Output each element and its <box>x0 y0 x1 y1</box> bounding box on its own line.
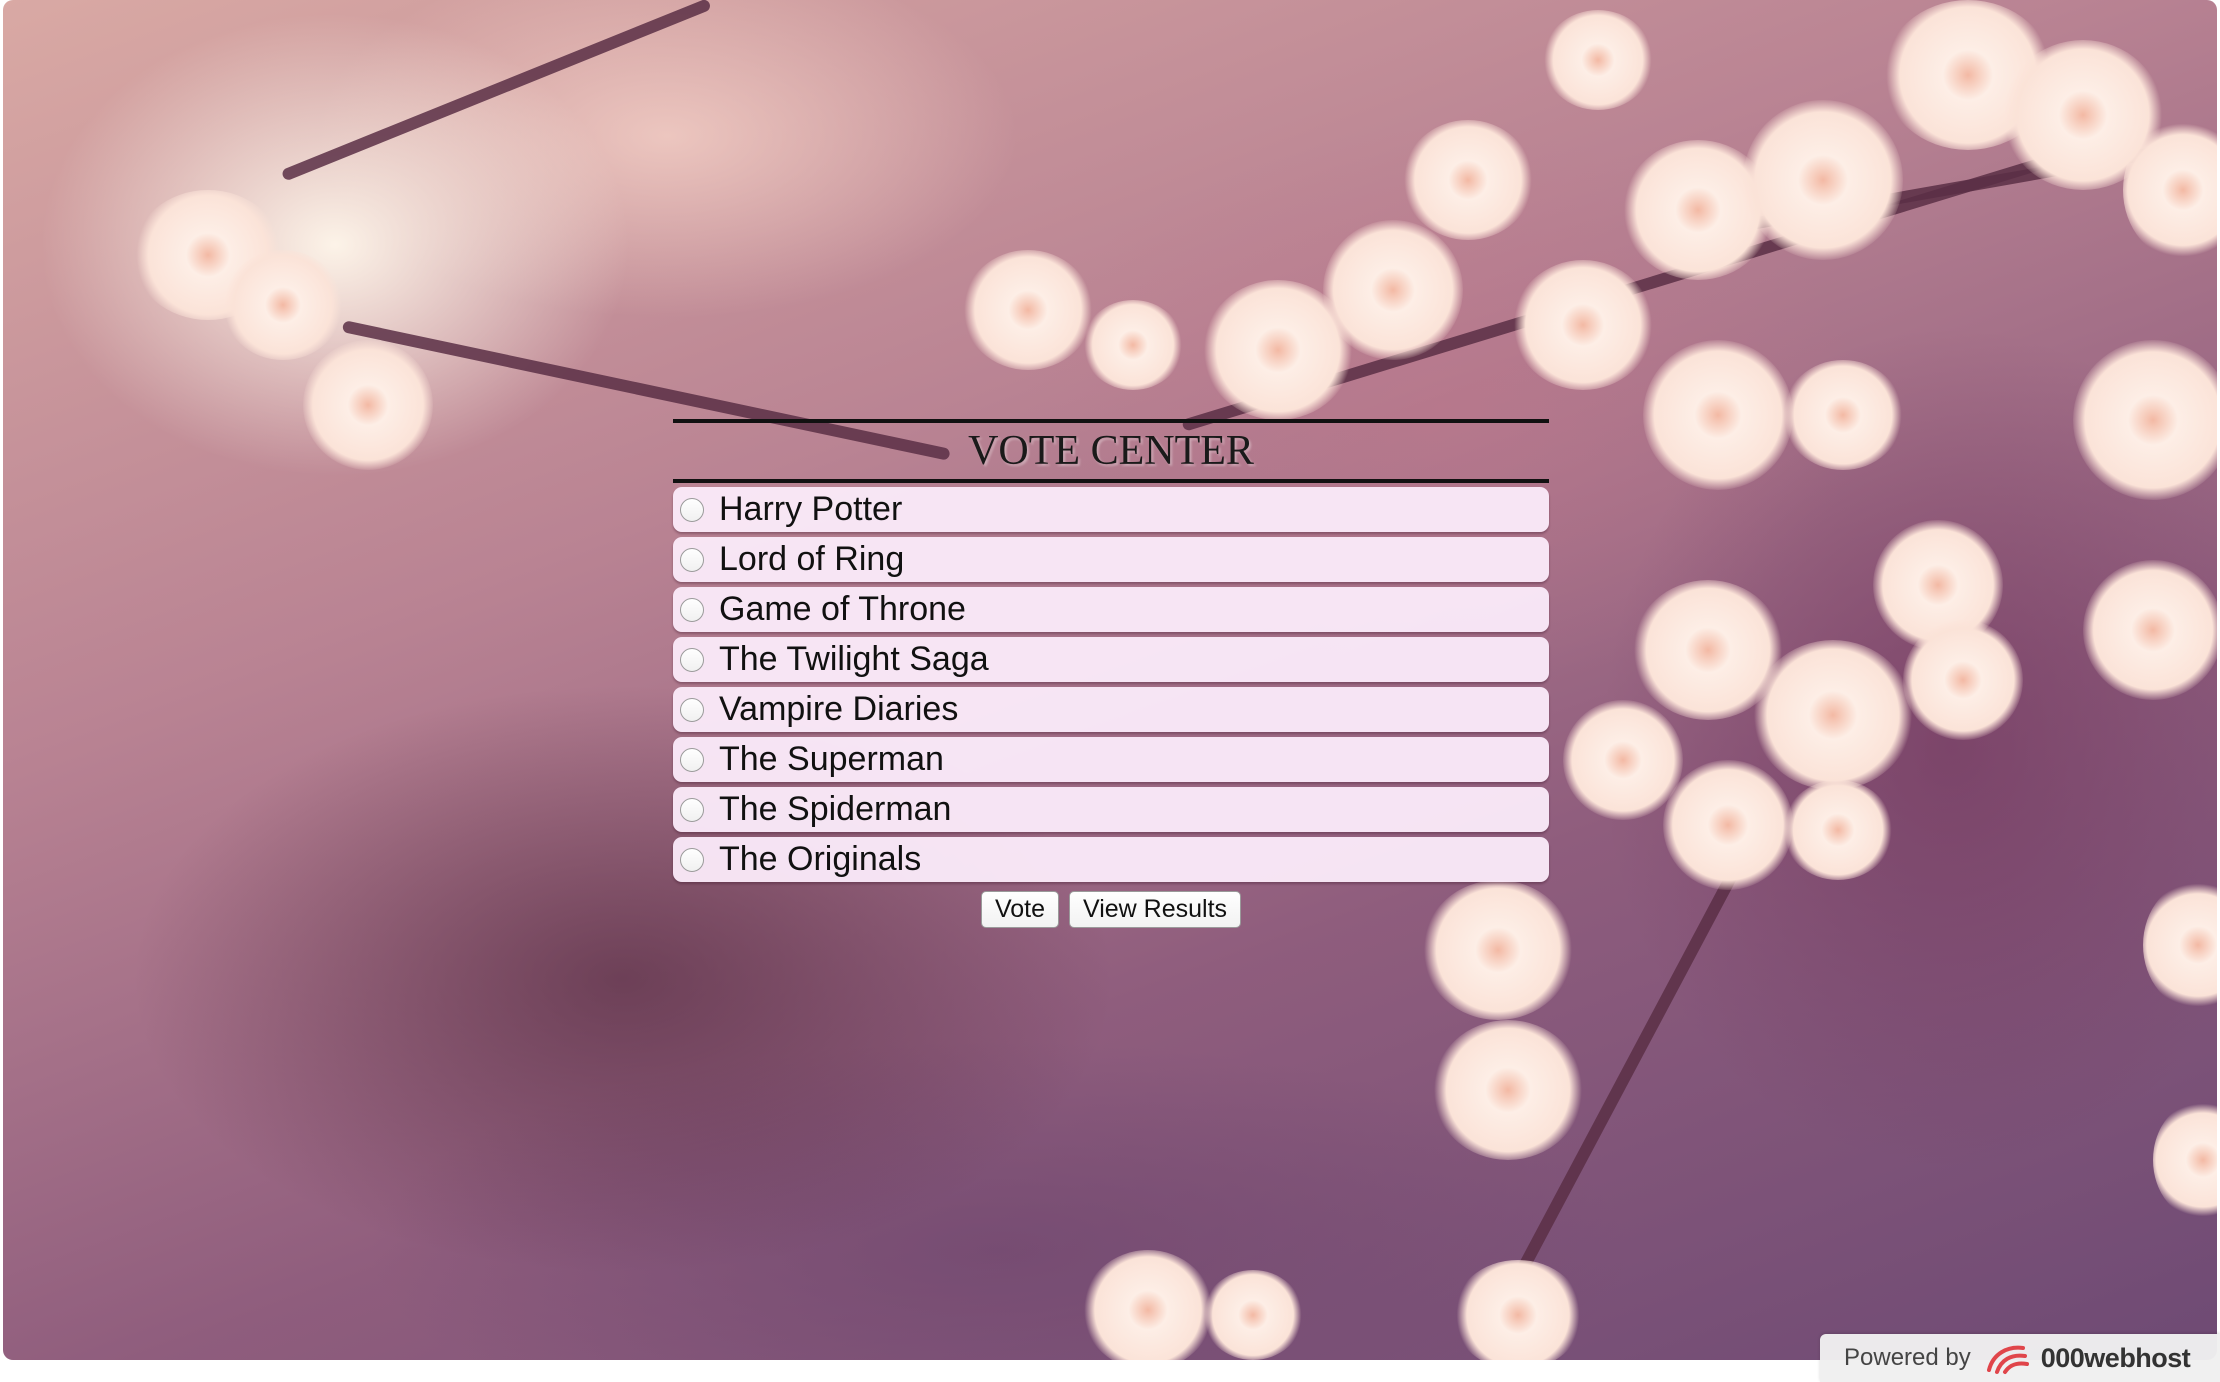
vote-option-label: The Superman <box>719 740 944 778</box>
vote-option-label: Vampire Diaries <box>719 690 959 728</box>
vote-option[interactable]: The Spiderman <box>673 787 1549 832</box>
vote-option-label: The Twilight Saga <box>719 640 989 678</box>
radio-button[interactable] <box>680 547 704 572</box>
vote-option-label: Harry Potter <box>719 490 903 528</box>
vote-option-label: The Spiderman <box>719 790 952 828</box>
radio-button[interactable] <box>680 697 704 722</box>
powered-by-badge[interactable]: Powered by 000webhost <box>1820 1334 2220 1382</box>
vote-option[interactable]: The Originals <box>673 837 1549 882</box>
radio-button[interactable] <box>680 597 704 622</box>
radio-button[interactable] <box>680 497 704 522</box>
view-results-button[interactable]: View Results <box>1069 891 1242 928</box>
vote-option-label: Lord of Ring <box>719 540 905 578</box>
page-title: VOTE CENTER <box>968 428 1254 474</box>
vote-option-label: Game of Throne <box>719 590 966 628</box>
vote-button[interactable]: Vote <box>980 891 1059 928</box>
host-name: 000webhost <box>2040 1342 2191 1373</box>
000webhost-logo-icon <box>1986 1345 2029 1374</box>
vote-option[interactable]: Lord of Ring <box>673 537 1549 582</box>
vote-option[interactable]: The Superman <box>673 737 1549 782</box>
vote-option[interactable]: Vampire Diaries <box>673 687 1549 732</box>
vote-options-list: Harry Potter Lord of Ring Game of Throne… <box>673 487 1549 882</box>
vote-option-label: The Originals <box>719 840 922 878</box>
vote-option[interactable]: Game of Throne <box>673 587 1549 632</box>
radio-button[interactable] <box>680 847 704 872</box>
action-buttons: Vote View Results <box>673 891 1549 928</box>
vote-option[interactable]: Harry Potter <box>673 487 1549 532</box>
powered-by-text: Powered by <box>1844 1344 1971 1371</box>
radio-button[interactable] <box>680 747 704 772</box>
vote-option[interactable]: The Twilight Saga <box>673 637 1549 682</box>
radio-button[interactable] <box>680 647 704 672</box>
radio-button[interactable] <box>680 797 704 822</box>
vote-panel: VOTE CENTER Harry Potter Lord of Ring Ga… <box>673 419 1549 928</box>
title-bottom-rule <box>673 479 1549 483</box>
